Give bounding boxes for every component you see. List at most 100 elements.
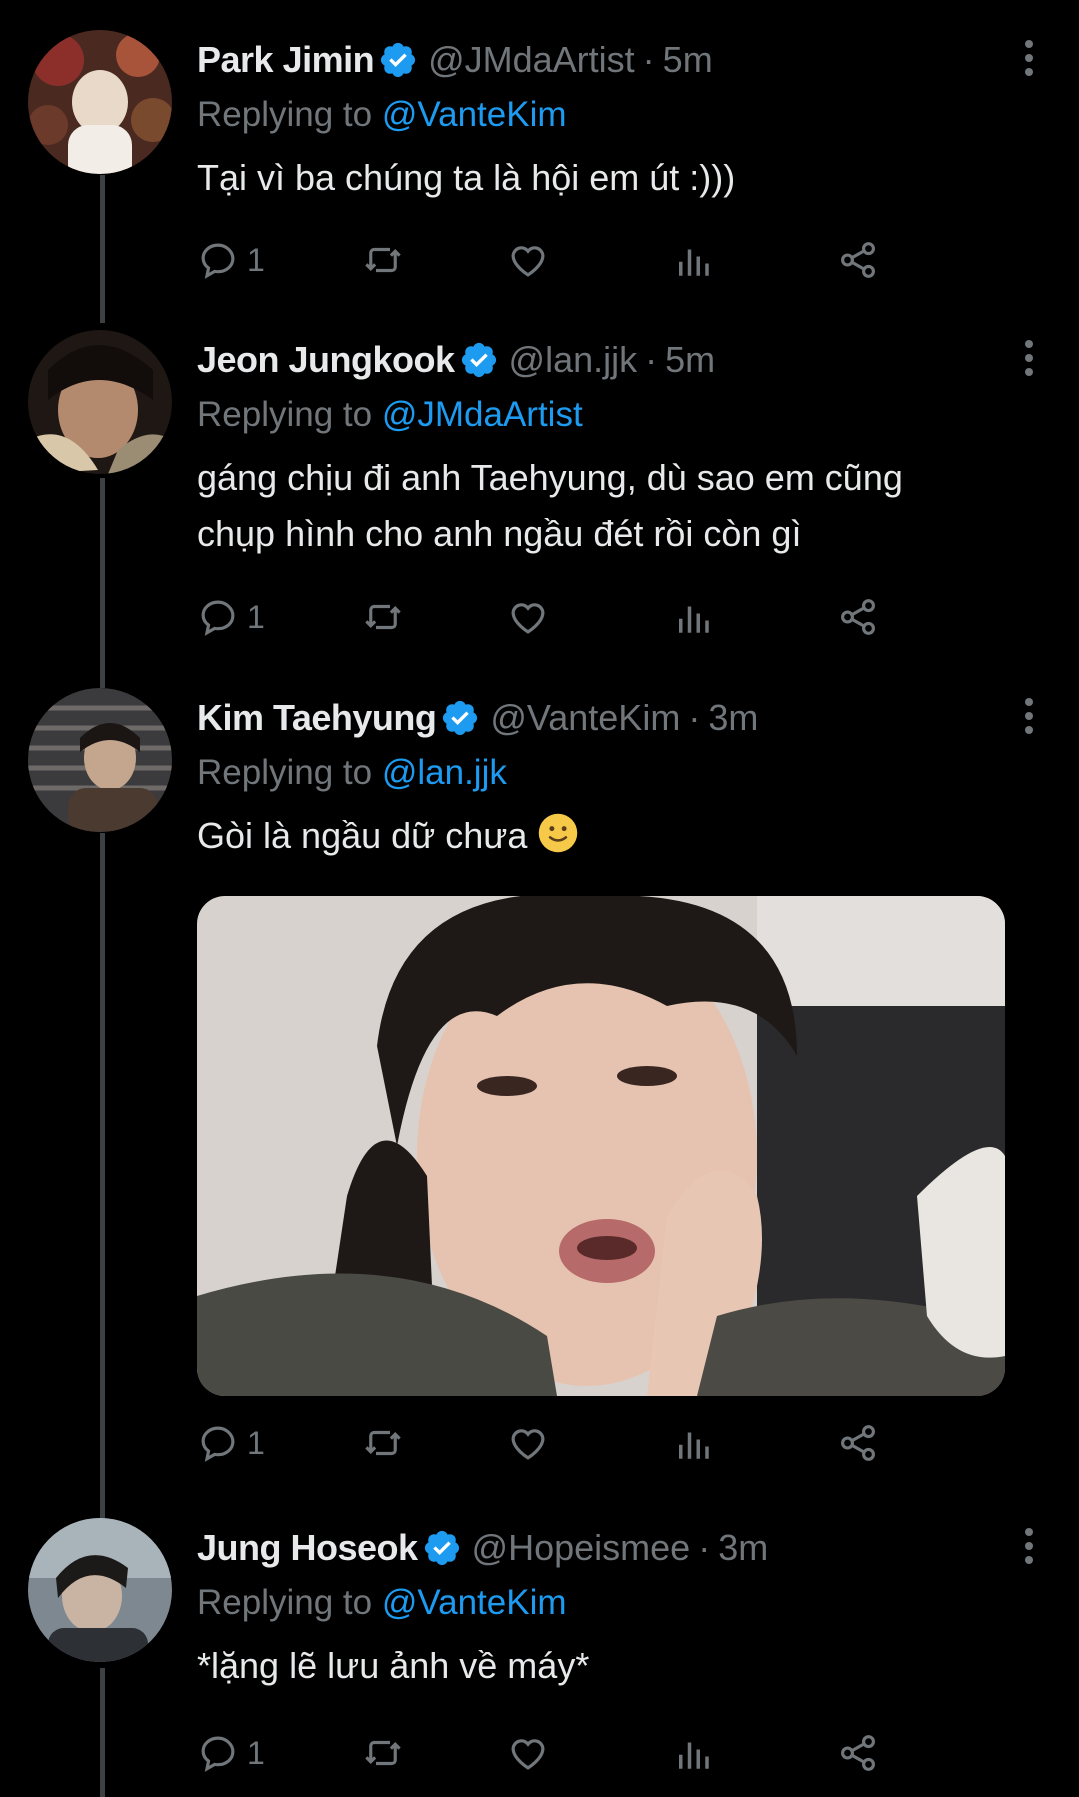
- avatar[interactable]: [28, 1518, 172, 1662]
- tweet-text-line: chụp hình cho anh ngầu đét rồi còn gì: [197, 513, 802, 554]
- like-button[interactable]: [507, 235, 549, 285]
- reply-button[interactable]: 1: [197, 592, 265, 642]
- timestamp[interactable]: 3m: [708, 697, 758, 739]
- more-vertical-icon[interactable]: [1019, 38, 1039, 78]
- like-button[interactable]: [507, 1728, 549, 1778]
- retweet-icon: [365, 604, 401, 630]
- replying-prefix: Replying to: [197, 395, 373, 434]
- views-button[interactable]: [672, 592, 714, 642]
- separator: ·: [698, 1527, 711, 1568]
- display-name[interactable]: Kim Taehyung: [197, 697, 437, 739]
- reply-count: 1: [247, 1734, 265, 1771]
- like-button[interactable]: [507, 592, 549, 642]
- replying-prefix: Replying to: [197, 1583, 373, 1622]
- share-icon: [841, 1735, 875, 1771]
- tweet-text: gáng chịu đi anh Taehyung, dù sao em cũn…: [197, 450, 1039, 562]
- tweet[interactable]: Jeon Jungkook @lan.jjk · 5m Replying to …: [0, 330, 1079, 660]
- handle[interactable]: @VanteKim: [490, 697, 680, 739]
- timestamp[interactable]: 3m: [718, 1527, 768, 1569]
- avatar[interactable]: [28, 688, 172, 832]
- timestamp[interactable]: 5m: [665, 339, 715, 381]
- share-button[interactable]: [837, 235, 879, 285]
- separator: ·: [688, 697, 701, 738]
- verified-badge-icon: [424, 1530, 459, 1566]
- action-bar: 1: [197, 592, 1017, 642]
- share-icon: [841, 242, 875, 278]
- retweet-button[interactable]: [362, 1418, 404, 1468]
- reply-button[interactable]: 1: [197, 1728, 265, 1778]
- tweet-media-image[interactable]: [197, 896, 1005, 1396]
- more-vertical-icon[interactable]: [1019, 696, 1039, 736]
- replying-to-handle[interactable]: @lan.jjk: [382, 753, 507, 792]
- more-vertical-icon[interactable]: [1019, 338, 1039, 378]
- tweet-text: Gòi là ngầu dữ chưa: [197, 808, 1039, 864]
- replying-to: Replying to @JMdaArtist: [197, 390, 1039, 440]
- action-bar: 1: [197, 1418, 1017, 1468]
- retweet-icon: [365, 1430, 401, 1456]
- replying-to-handle[interactable]: @VanteKim: [382, 95, 567, 134]
- like-button[interactable]: [507, 1418, 549, 1468]
- handle[interactable]: @JMdaArtist: [428, 39, 635, 81]
- tweet-text-line: *lặng lẽ lưu ảnh về máy*: [197, 1645, 590, 1686]
- reply-button[interactable]: 1: [197, 235, 265, 285]
- tweet[interactable]: Jung Hoseok @Hopeismee · 3m Replying to …: [0, 1518, 1079, 1797]
- retweet-icon: [365, 1740, 401, 1766]
- tweet-text-line: Tại vì ba chúng ta là hội em út :))): [197, 157, 736, 198]
- views-button[interactable]: [672, 1728, 714, 1778]
- views-icon: [679, 1742, 709, 1769]
- action-bar: 1: [197, 235, 1017, 285]
- separator: ·: [642, 39, 655, 80]
- heart-icon: [511, 1429, 545, 1460]
- views-icon: [679, 1432, 709, 1459]
- more-vertical-icon[interactable]: [1019, 1526, 1039, 1566]
- reply-icon: [201, 1736, 235, 1772]
- handle[interactable]: @lan.jjk: [509, 339, 638, 381]
- verified-badge-icon: [381, 42, 416, 78]
- share-button[interactable]: [837, 1418, 879, 1468]
- reply-icon: [201, 243, 235, 279]
- replying-to: Replying to @VanteKim: [197, 90, 1039, 140]
- action-bar: 1: [197, 1728, 1017, 1778]
- reply-count: 1: [247, 1424, 265, 1461]
- slightly-smiling-face-icon: [539, 813, 578, 853]
- replying-to-handle[interactable]: @JMdaArtist: [382, 395, 583, 434]
- tweet[interactable]: Park Jimin @JMdaArtist · 5m Replying to …: [0, 30, 1079, 300]
- reply-button[interactable]: 1: [197, 1418, 265, 1468]
- reply-icon: [201, 600, 235, 636]
- replying-to-handle[interactable]: @VanteKim: [382, 1583, 567, 1622]
- handle[interactable]: @Hopeismee: [472, 1527, 691, 1569]
- views-button[interactable]: [672, 1418, 714, 1468]
- tweet-text-line: Gòi là ngầu dữ chưa: [197, 815, 528, 856]
- retweet-icon: [365, 247, 401, 273]
- display-name[interactable]: Jung Hoseok: [197, 1527, 418, 1569]
- verified-badge-icon: [443, 700, 478, 736]
- retweet-button[interactable]: [362, 1728, 404, 1778]
- replying-prefix: Replying to: [197, 753, 373, 792]
- retweet-button[interactable]: [362, 592, 404, 642]
- replying-to: Replying to @VanteKim: [197, 1578, 1039, 1628]
- display-name[interactable]: Jeon Jungkook: [197, 339, 455, 381]
- timestamp[interactable]: 5m: [663, 39, 713, 81]
- heart-icon: [511, 1739, 545, 1770]
- display-name[interactable]: Park Jimin: [197, 39, 375, 81]
- replying-prefix: Replying to: [197, 95, 373, 134]
- reply-icon: [201, 1426, 235, 1462]
- share-icon: [841, 599, 875, 635]
- heart-icon: [511, 603, 545, 634]
- views-icon: [679, 606, 709, 633]
- separator: ·: [645, 339, 658, 380]
- share-icon: [841, 1425, 875, 1461]
- tweet-text-line: gáng chịu đi anh Taehyung, dù sao em cũn…: [197, 457, 903, 498]
- share-button[interactable]: [837, 592, 879, 642]
- views-button[interactable]: [672, 235, 714, 285]
- tweet[interactable]: Kim Taehyung @VanteKim · 3m Replying to …: [0, 688, 1079, 1498]
- tweet-text: Tại vì ba chúng ta là hội em út :))): [197, 150, 1039, 206]
- replying-to: Replying to @lan.jjk: [197, 748, 1039, 798]
- avatar[interactable]: [28, 30, 172, 174]
- reply-count: 1: [247, 241, 265, 278]
- reply-count: 1: [247, 598, 265, 635]
- views-icon: [679, 249, 709, 276]
- avatar[interactable]: [28, 330, 172, 474]
- retweet-button[interactable]: [362, 235, 404, 285]
- share-button[interactable]: [837, 1728, 879, 1778]
